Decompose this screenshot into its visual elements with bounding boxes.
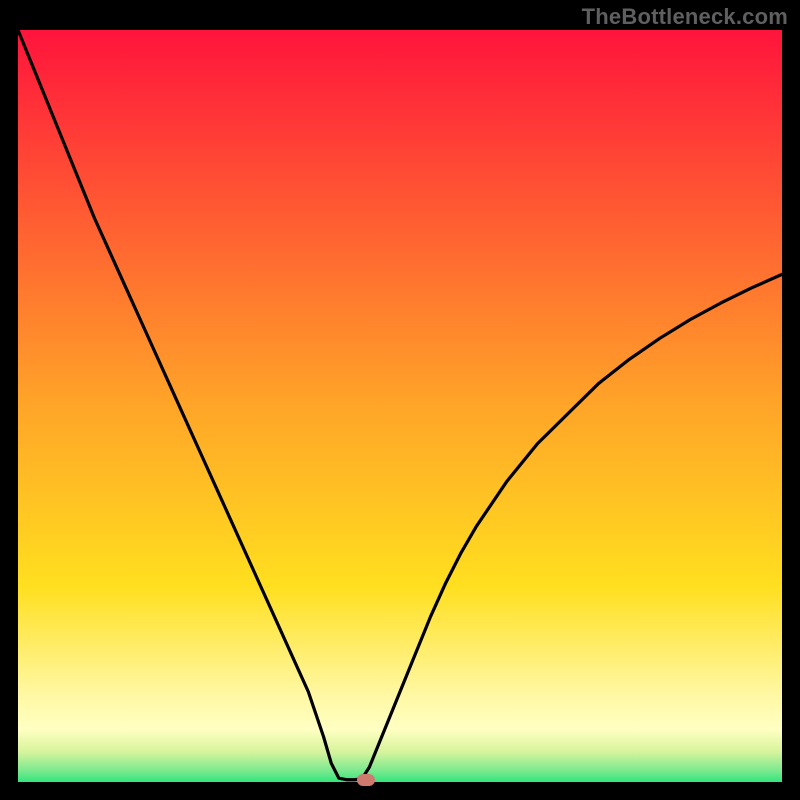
plot-svg bbox=[18, 30, 782, 782]
plot-area bbox=[18, 30, 782, 782]
optimum-marker bbox=[357, 774, 375, 786]
watermark-text: TheBottleneck.com bbox=[582, 4, 788, 30]
chart-frame: TheBottleneck.com bbox=[0, 0, 800, 800]
gradient-background bbox=[18, 30, 782, 782]
